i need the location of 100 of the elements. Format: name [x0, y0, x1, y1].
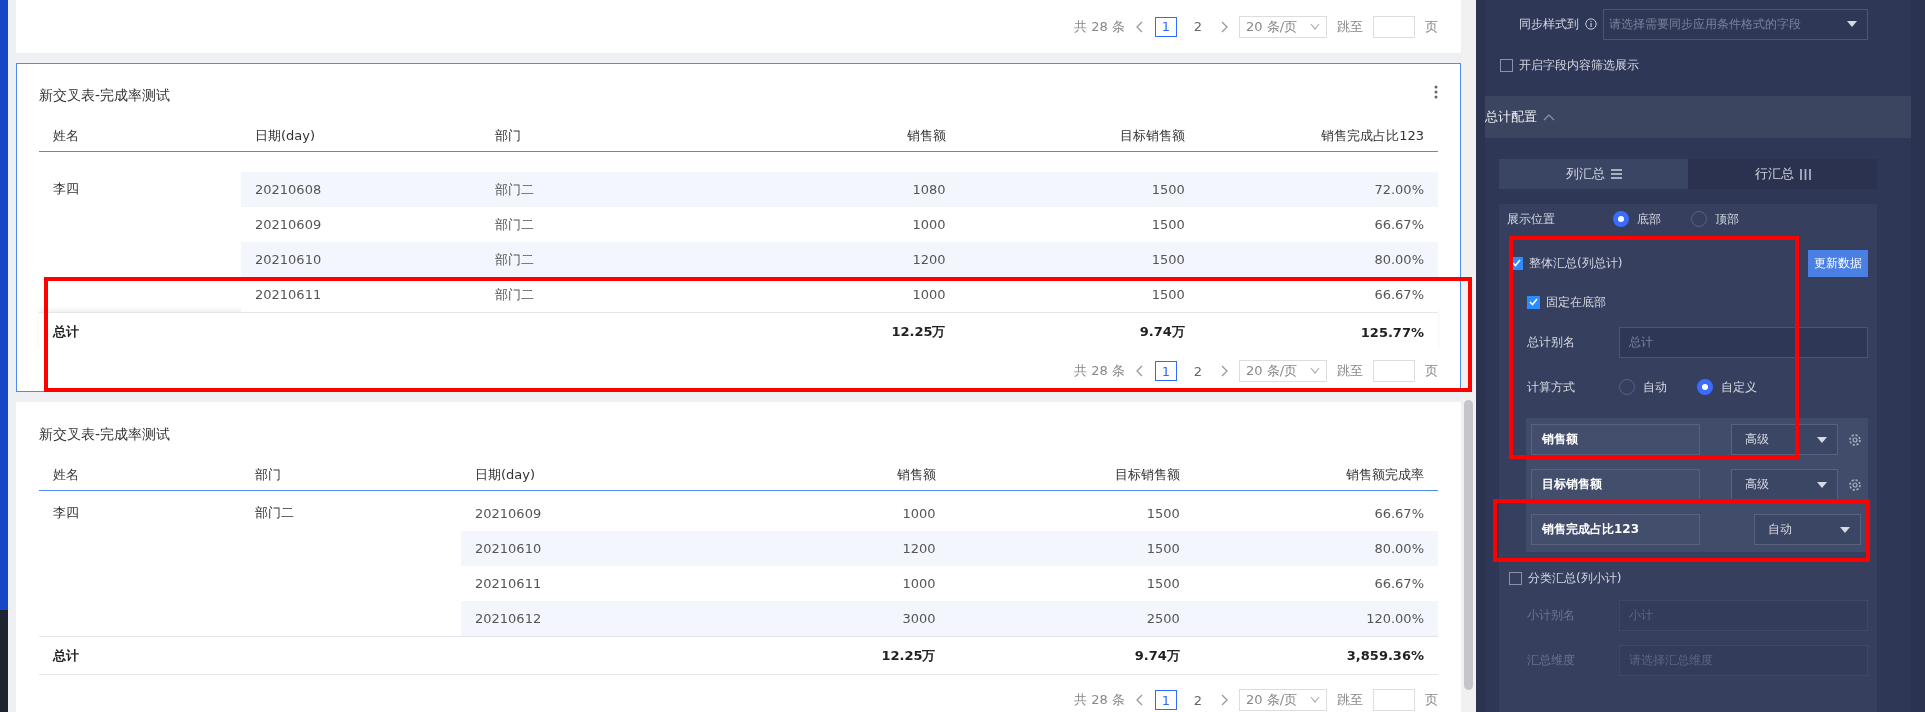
caret-icon	[1840, 526, 1850, 533]
total-value: 12.25万	[880, 646, 937, 665]
table-cell-text: 3000	[901, 611, 937, 626]
card-title: 新交叉表-完成率测试	[39, 86, 171, 105]
table-cell-text: 1500	[1145, 506, 1181, 521]
update-data-button[interactable]: 更新数据	[1808, 249, 1868, 277]
radio-button[interactable]	[1613, 211, 1629, 227]
aggregation-select[interactable]: 高级	[1731, 469, 1838, 500]
table-cell-text: 1500	[1145, 576, 1181, 591]
page-label: 页	[1425, 17, 1438, 36]
chevron-down-icon	[1310, 22, 1320, 31]
list-icon	[1610, 169, 1622, 179]
checkbox-label: 固定在底部	[1546, 293, 1606, 311]
field-name: 销售额	[1531, 424, 1700, 455]
table-cell-text: 1000	[901, 506, 937, 521]
radio-label: 顶部	[1715, 210, 1739, 228]
chevron-down-icon	[1310, 367, 1320, 375]
field-name: 目标销售额	[1531, 469, 1700, 500]
table-cell-text: 1200	[901, 541, 937, 556]
page-number[interactable]: 1	[1155, 361, 1177, 381]
table-cell-text: 20210610	[474, 541, 543, 556]
checkbox[interactable]	[1500, 58, 1513, 72]
jump-label: 跳至	[1337, 691, 1363, 709]
column-header[interactable]: 部门	[241, 465, 461, 484]
column-header[interactable]: 销售完成占比123	[1198, 126, 1438, 145]
column-header[interactable]: 销售额	[705, 465, 950, 484]
next-page-icon[interactable]	[1219, 365, 1229, 377]
card-title: 新交叉表-完成率测试	[39, 425, 171, 444]
table-cell-text: 72.00%	[1373, 182, 1425, 197]
page-size-select[interactable]: 20 条/页	[1239, 360, 1327, 382]
chevron-up-icon[interactable]	[1543, 113, 1555, 121]
table-cell-text: 1080	[911, 182, 947, 197]
field-label: 展示位置	[1507, 210, 1556, 228]
column-header[interactable]: 销售额完成率	[1193, 465, 1438, 484]
table-cell-text: 1500	[1150, 217, 1186, 232]
total-count: 共 28 条	[1074, 17, 1125, 36]
column-header[interactable]: 姓名	[39, 126, 241, 145]
tab[interactable]: 行汇总	[1688, 159, 1877, 189]
jump-label: 跳至	[1337, 17, 1363, 36]
table-cell-text: 20210611	[254, 287, 323, 302]
checkbox-label: 整体汇总(列总计)	[1529, 254, 1623, 272]
aggregation-select[interactable]: 高级	[1731, 424, 1838, 455]
radio-label: 自动	[1643, 378, 1667, 396]
total-value: 12.25万	[890, 323, 947, 341]
table-cell-text: 20210610	[254, 252, 323, 267]
column-header[interactable]: 目标销售额	[949, 465, 1194, 484]
page-jump-input[interactable]	[1373, 689, 1415, 711]
page-number[interactable]: 1	[1155, 690, 1177, 710]
table-cell-text: 80.00%	[1373, 541, 1425, 556]
column-header[interactable]: 日期(day)	[461, 465, 706, 484]
settings-icon[interactable]	[1848, 432, 1862, 447]
table-cell-text: 2500	[1145, 611, 1181, 626]
table-cell-text: 20210611	[474, 576, 543, 591]
prev-page-icon[interactable]	[1135, 694, 1145, 706]
page-number[interactable]: 1	[1155, 16, 1177, 37]
total-label: 总计	[51, 323, 80, 341]
info-icon[interactable]	[1585, 18, 1597, 30]
more-icon[interactable]	[1434, 85, 1438, 99]
table-cell-text: 1000	[911, 217, 947, 232]
table-cell-text: 66.67%	[1373, 576, 1425, 591]
field-label: 计算方式	[1527, 378, 1576, 396]
table-cell-text: 66.67%	[1373, 506, 1425, 521]
radio-label: 自定义	[1721, 378, 1757, 396]
next-page-icon[interactable]	[1219, 20, 1229, 33]
table-cell-text: 1200	[911, 252, 947, 267]
table-cell-text: 66.67%	[1373, 217, 1425, 232]
table-cell-text: 20210608	[254, 182, 323, 197]
total-value: 3,859.36%	[1345, 648, 1425, 663]
prev-page-icon[interactable]	[1135, 20, 1145, 33]
column-header[interactable]: 目标销售额	[959, 126, 1199, 145]
column-header[interactable]: 日期(day)	[241, 126, 481, 145]
table-cell-text: 1000	[901, 576, 937, 591]
field-label: 同步样式到	[1519, 15, 1579, 33]
table-cell-text: 部门二	[494, 180, 535, 199]
table-cell-text: 1500	[1150, 287, 1186, 302]
tab[interactable]: 列汇总	[1499, 159, 1688, 189]
checkbox[interactable]	[1527, 295, 1540, 309]
page-jump-input[interactable]	[1373, 15, 1415, 38]
total-label: 总计	[51, 646, 80, 665]
page-size-select[interactable]: 20 条/页	[1239, 15, 1327, 38]
field-name: 销售完成占比123	[1531, 514, 1700, 545]
page-label: 页	[1425, 362, 1438, 380]
next-page-icon[interactable]	[1219, 694, 1229, 706]
table-cell-text: 部门二	[494, 215, 535, 234]
checkbox-label: 分类汇总(列小计)	[1528, 569, 1622, 587]
table-cell-text: 部门二	[494, 285, 535, 304]
columns-icon	[1799, 168, 1811, 180]
column-header[interactable]: 销售额	[720, 126, 960, 145]
table-cell-text: 李四	[52, 504, 80, 522]
column-header[interactable]: 姓名	[39, 465, 241, 484]
column-header[interactable]: 部门	[481, 126, 721, 145]
settings-icon[interactable]	[1848, 477, 1862, 492]
aggregation-select[interactable]: 自动	[1754, 514, 1861, 545]
jump-label: 跳至	[1337, 362, 1363, 380]
caret-icon	[1817, 436, 1827, 443]
radio-button[interactable]	[1697, 379, 1713, 395]
page-jump-input[interactable]	[1373, 360, 1415, 382]
checkbox[interactable]	[1509, 571, 1522, 585]
page-size-select[interactable]: 20 条/页	[1239, 689, 1327, 711]
prev-page-icon[interactable]	[1135, 365, 1145, 377]
